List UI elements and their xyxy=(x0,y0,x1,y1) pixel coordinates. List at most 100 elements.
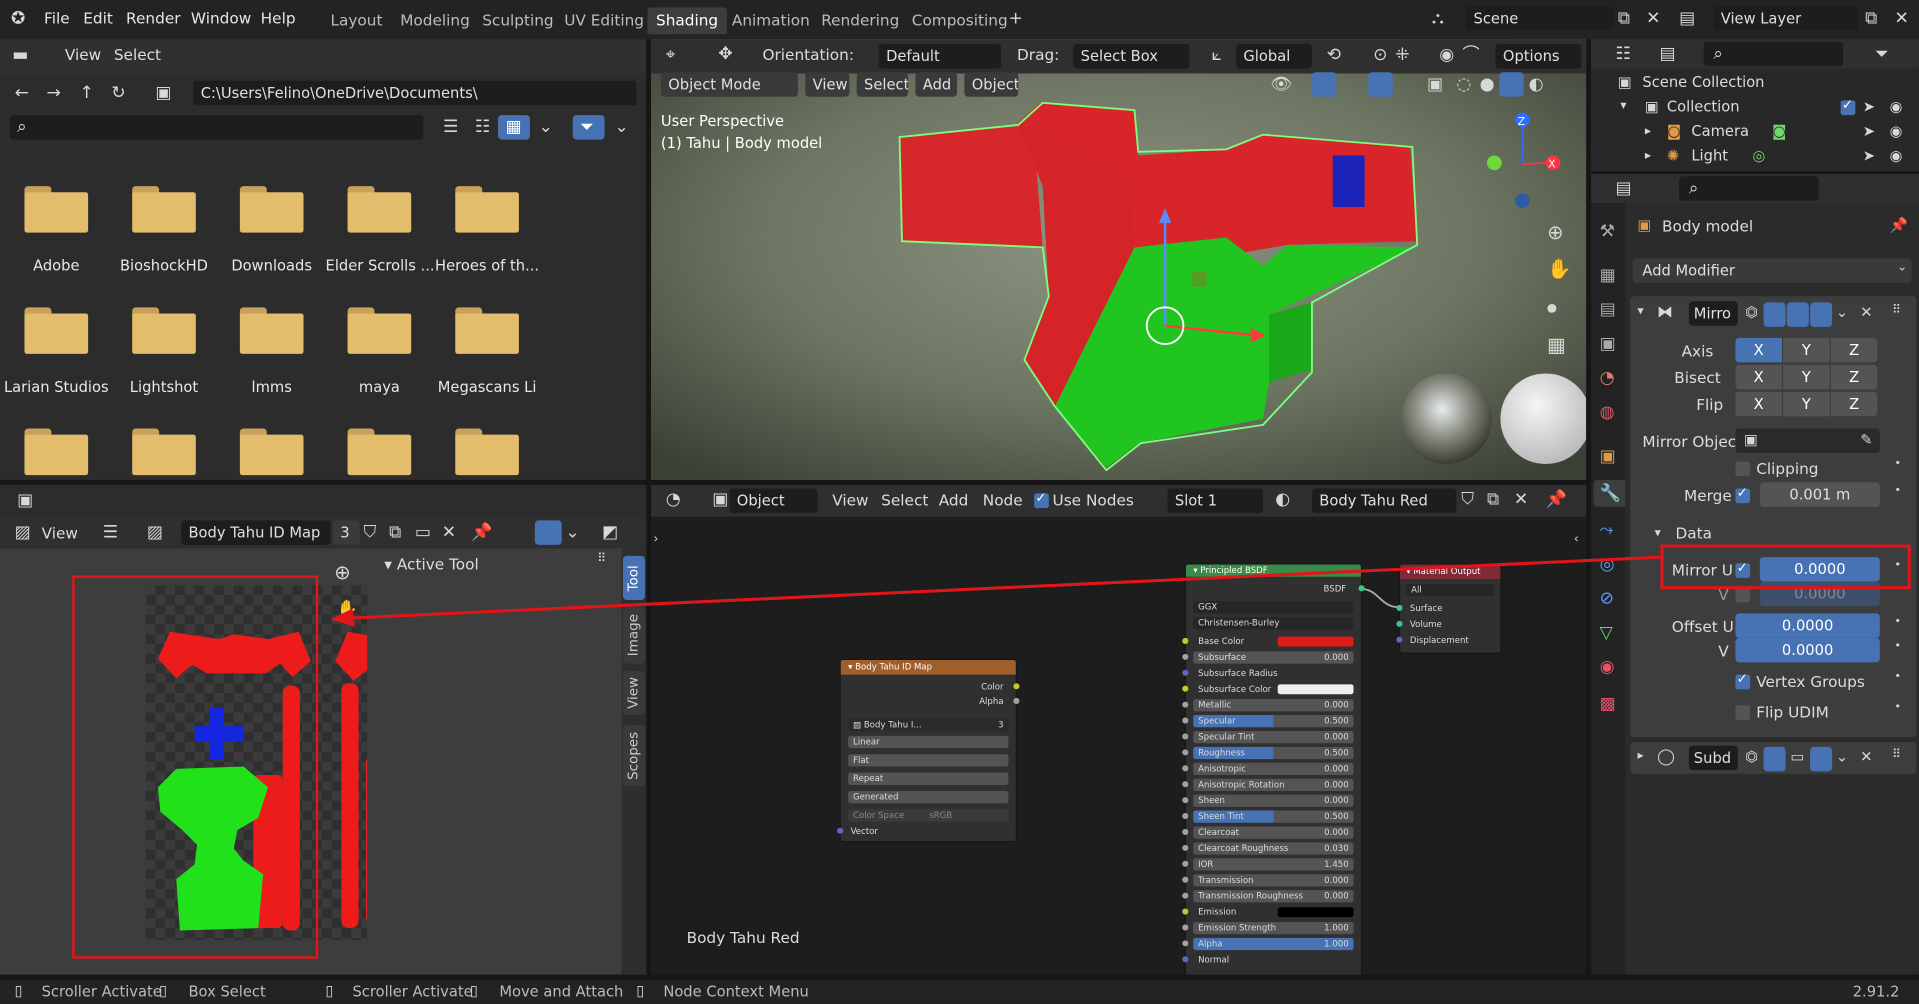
modifier-dropdown-icon[interactable]: ⌄ xyxy=(1836,305,1848,320)
bsdf-input-transmission[interactable]: Transmission 0.000 xyxy=(1193,874,1354,887)
pivot-point-icon[interactable]: ⟲ xyxy=(1327,47,1341,64)
bsdf-input-metallic[interactable]: Metallic 0.000 xyxy=(1193,699,1354,712)
proportional-edit-icon[interactable]: ◉ xyxy=(1439,47,1454,64)
color-socket[interactable] xyxy=(1013,683,1020,690)
folder-icon[interactable] xyxy=(132,186,196,233)
folder-label[interactable]: maya xyxy=(326,378,434,395)
pan-hand-icon[interactable]: ✋ xyxy=(337,601,358,618)
source-dropdown[interactable]: Generated xyxy=(848,790,1009,804)
eye-icon[interactable]: ◉ xyxy=(1890,99,1903,114)
data-collapse-icon[interactable]: ▾ xyxy=(1655,527,1661,540)
fake-user-icon[interactable]: ⛉ xyxy=(363,524,376,541)
tab-image[interactable]: Image xyxy=(622,607,645,664)
image-node-image-field[interactable]: ▨ Body Tahu I... 3 xyxy=(848,718,1009,731)
transform-pivot-icon[interactable]: ✥ xyxy=(718,45,732,62)
bsdf-input-clearcoat-roughness[interactable]: Clearcoat Roughness 0.030 xyxy=(1193,842,1354,855)
bsdf-input-socket[interactable] xyxy=(1182,701,1189,708)
expand-arrow-icon[interactable]: ▸ xyxy=(1638,750,1644,763)
tab-tool[interactable]: Tool xyxy=(622,555,645,600)
bsdf-input-socket[interactable] xyxy=(1182,812,1189,820)
cage-toggle[interactable] xyxy=(1763,302,1786,327)
bsdf-input-socket[interactable] xyxy=(1182,956,1189,963)
bsdf-input-subsurface-color[interactable]: Subsurface Color xyxy=(1193,683,1354,695)
add-workspace-icon[interactable]: + xyxy=(1008,10,1022,27)
properties-search-input[interactable] xyxy=(1679,176,1819,201)
keyframe-dot-icon[interactable]: • xyxy=(1895,560,1902,572)
bsdf-input-specular[interactable]: Specular 0.500 xyxy=(1193,715,1354,728)
folder-label[interactable]: Downloads xyxy=(218,257,326,274)
bsdf-input-socket[interactable] xyxy=(1182,685,1189,692)
active-tool-header[interactable]: ▾ Active Tool xyxy=(384,555,478,573)
editor-type-icon[interactable]: ▣ xyxy=(17,492,33,509)
bsdf-input-socket[interactable] xyxy=(1182,876,1189,883)
bsdf-input-roughness[interactable]: Roughness 0.500 xyxy=(1193,746,1354,760)
refresh-icon[interactable]: ↻ xyxy=(111,84,125,101)
interpolation-dropdown[interactable]: Linear xyxy=(848,735,1009,749)
tab-scopes[interactable]: Scopes xyxy=(622,724,645,787)
color-swatch[interactable] xyxy=(1277,907,1354,918)
mirror-v-value-field[interactable]: 0.0000 xyxy=(1759,581,1880,607)
rendered-shading-icon[interactable]: ◐ xyxy=(1529,76,1544,93)
output-target-dropdown[interactable]: All xyxy=(1406,584,1495,597)
remove-modifier-icon[interactable]: ✕ xyxy=(1860,305,1872,320)
bisect-x-button[interactable]: X xyxy=(1735,364,1782,390)
bsdf-input-base-color[interactable]: Base Color xyxy=(1193,635,1354,647)
3d-viewport[interactable]: Z X ⌖ ✥ Orientation: Default Drag: Selec… xyxy=(651,39,1587,480)
displacement-socket[interactable] xyxy=(1396,636,1403,643)
back-icon[interactable]: ← xyxy=(15,84,29,101)
folder-icon[interactable] xyxy=(347,307,412,354)
keyframe-dot-icon[interactable]: • xyxy=(1895,459,1902,470)
orientation-dropdown[interactable]: Default xyxy=(878,44,1002,69)
color-space-row[interactable]: Color Space sRGB xyxy=(848,809,1009,822)
scene-tab-icon[interactable]: ◔ xyxy=(1600,370,1615,387)
principled-bsdf-node[interactable]: ▾ Principled BSDF BSDF GGX Christensen-B… xyxy=(1182,563,1365,975)
keyframe-dot-icon[interactable]: • xyxy=(1895,616,1902,628)
display-mode-icon[interactable]: ▤ xyxy=(1660,45,1676,62)
xray-icon[interactable]: ▣ xyxy=(1427,76,1443,93)
offset-v-value-field[interactable]: 0.0000 xyxy=(1735,637,1880,663)
drag-dropdown[interactable]: Select Box xyxy=(1073,44,1190,69)
data-tab-icon[interactable]: ▽ xyxy=(1600,624,1613,641)
bsdf-input-socket[interactable] xyxy=(1182,892,1189,899)
image-users-count[interactable]: 3 xyxy=(332,520,360,545)
subsurface-method-dropdown[interactable]: Christensen-Burley xyxy=(1193,617,1354,630)
folder-label[interactable]: lmms xyxy=(218,378,326,395)
outliner-search-input[interactable] xyxy=(1703,41,1844,67)
bsdf-input-socket[interactable] xyxy=(1182,924,1189,931)
fb-view-menu[interactable]: View xyxy=(65,45,101,63)
bsdf-input-specular-tint[interactable]: Specular Tint 0.000 xyxy=(1193,730,1354,744)
folder-label[interactable]: Heroes of th... xyxy=(433,257,541,274)
tab-animation[interactable]: Animation xyxy=(723,7,818,34)
forward-icon[interactable]: → xyxy=(47,84,61,101)
bsdf-input-socket[interactable] xyxy=(1182,669,1189,676)
tab-rendering[interactable]: Rendering xyxy=(813,7,908,34)
menu-help[interactable]: Help xyxy=(261,9,296,27)
selectable-icon[interactable]: ➤ xyxy=(1863,124,1875,139)
pan-hand-icon[interactable]: ✋ xyxy=(1547,259,1571,280)
folder-editor-icon[interactable]: ▬ xyxy=(12,47,28,64)
eye-icon[interactable]: ◉ xyxy=(1890,124,1903,139)
remove-view-layer-icon[interactable]: ✕ xyxy=(1895,10,1909,27)
filter-dropdown-icon[interactable]: ⌄ xyxy=(614,119,628,136)
solid-shading-icon[interactable]: ● xyxy=(1480,76,1495,93)
path-field[interactable]: C:\Users\Felino\OneDrive\Documents\ xyxy=(193,80,637,106)
list-vertical-icon[interactable]: ☰ xyxy=(443,119,458,136)
physics-tab-icon[interactable]: ◎ xyxy=(1600,556,1615,573)
keyframe-dot-icon[interactable]: • xyxy=(1895,641,1902,653)
shader-editor[interactable]: ◔ ▣ Object View Select Add Node Use Node… xyxy=(651,484,1587,975)
eye-icon[interactable]: ◉ xyxy=(1890,148,1903,163)
sort-dropdown-icon[interactable]: ⌄ xyxy=(538,119,552,136)
bisect-z-button[interactable]: Z xyxy=(1830,364,1878,390)
mirror-u-value-field[interactable]: 0.0000 xyxy=(1759,557,1880,582)
folder-icon[interactable] xyxy=(347,428,412,476)
view-layer-icon[interactable]: ▤ xyxy=(1679,10,1695,27)
menu-edit[interactable]: Edit xyxy=(83,9,113,27)
folder-label[interactable]: Elder Scrolls ... xyxy=(326,257,434,274)
new-scene-icon[interactable]: ⧉ xyxy=(1618,10,1630,27)
modifier-dropdown-icon[interactable]: ⌄ xyxy=(1836,749,1848,764)
snap-target-icon[interactable]: ⁜ xyxy=(1395,47,1409,64)
object-tab-icon[interactable]: ▣ xyxy=(1600,448,1616,465)
options-dropdown[interactable]: Options xyxy=(1495,44,1582,69)
viewport-toggle[interactable] xyxy=(1786,302,1809,327)
bsdf-input-sheen[interactable]: Sheen 0.000 xyxy=(1193,794,1354,807)
